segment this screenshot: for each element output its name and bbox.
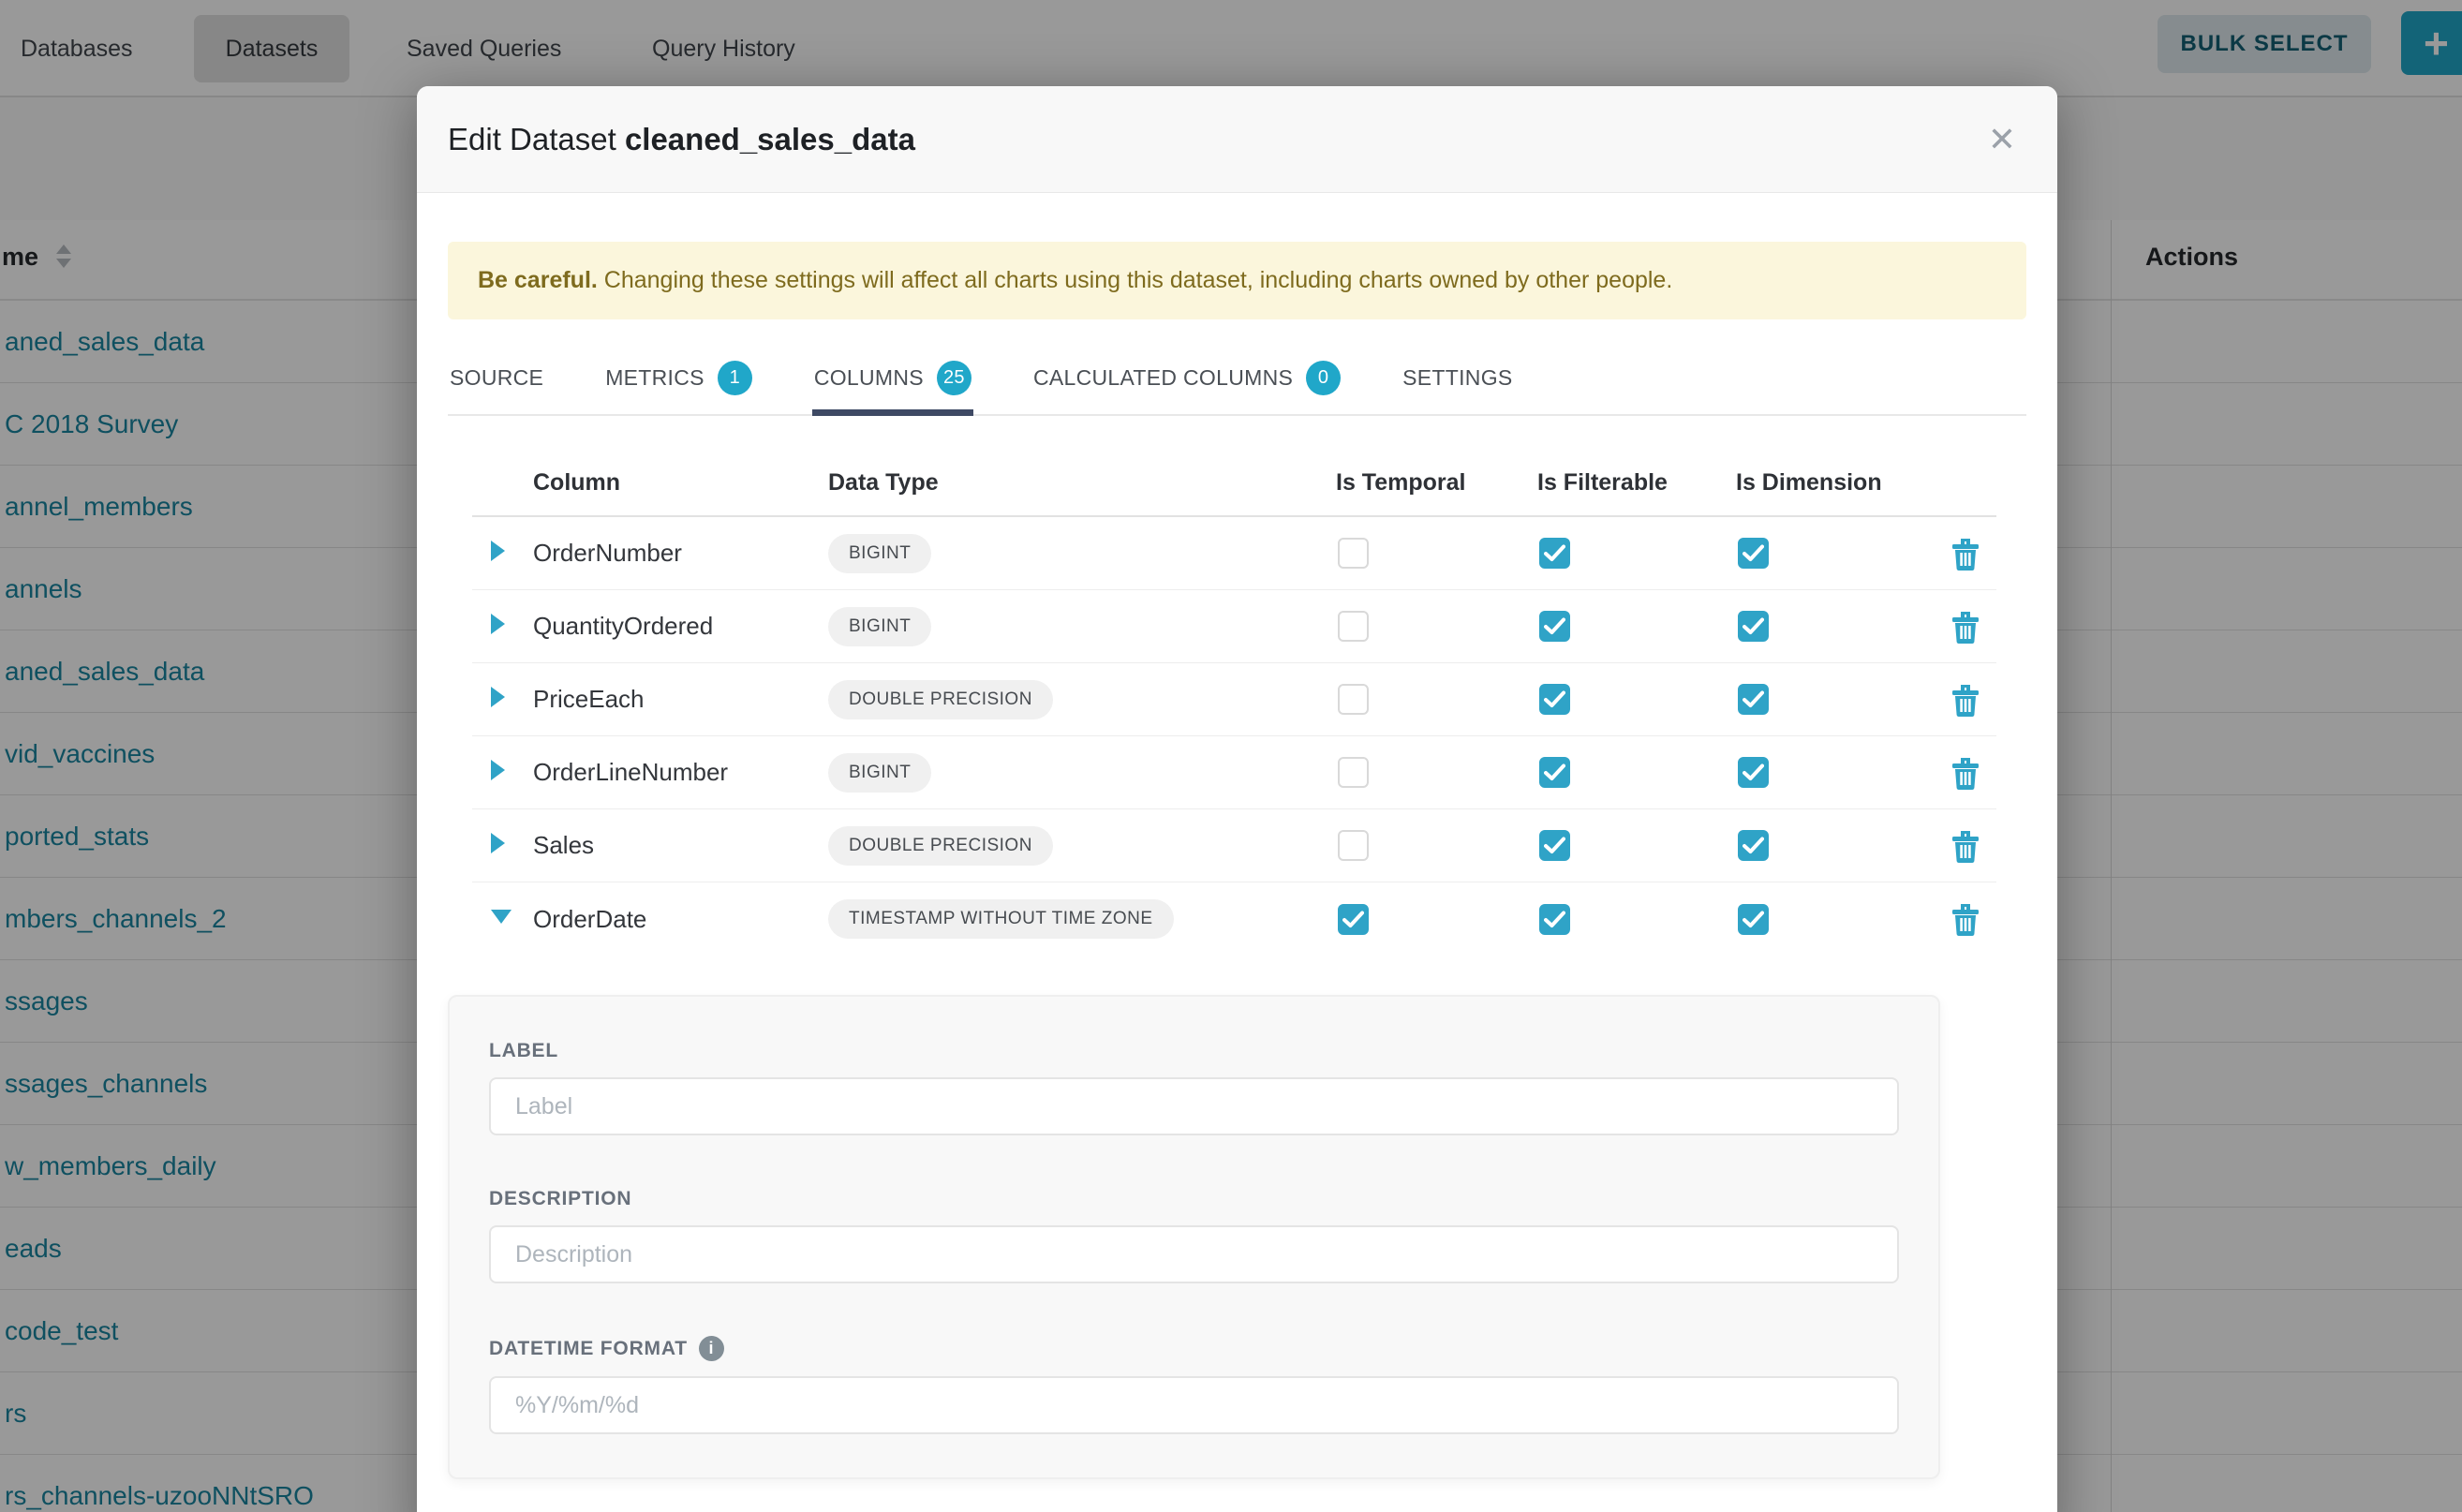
trash-icon	[1950, 902, 1980, 936]
column-detail-panel: LABEL DESCRIPTION DATETIME FORMATi	[448, 995, 1940, 1479]
is-dimension-checkbox[interactable]	[1738, 538, 1769, 569]
tab-settings[interactable]: SETTINGS	[1401, 346, 1514, 414]
column-name: OrderNumber	[533, 539, 828, 568]
data-type-pill: BIGINT	[828, 753, 931, 793]
label-field-group: LABEL	[489, 1040, 1899, 1135]
is-temporal-checkbox[interactable]	[1338, 757, 1369, 788]
column-name: OrderDate	[533, 905, 828, 934]
datetime-format-field-label: DATETIME FORMATi	[489, 1336, 1899, 1361]
columns-table-header: Column Data Type Is Temporal Is Filterab…	[472, 450, 1996, 517]
trash-icon	[1950, 537, 1980, 571]
columns-count-badge: 25	[937, 361, 971, 395]
columns-table: Column Data Type Is Temporal Is Filterab…	[472, 450, 1996, 956]
column-row: OrderNumber BIGINT	[472, 517, 1996, 590]
modal-title: Edit Dataset cleaned_sales_data	[448, 122, 915, 157]
is-dimension-checkbox[interactable]	[1738, 684, 1769, 715]
label-input[interactable]	[489, 1077, 1899, 1135]
trash-icon	[1950, 829, 1980, 863]
is-temporal-checkbox[interactable]	[1338, 538, 1369, 569]
expand-caret-icon[interactable]	[491, 760, 505, 780]
is-dimension-checkbox[interactable]	[1738, 757, 1769, 788]
datetime-format-input[interactable]	[489, 1376, 1899, 1434]
is-temporal-checkbox[interactable]	[1338, 904, 1369, 935]
expand-caret-icon[interactable]	[491, 910, 512, 924]
warning-banner: Be careful. Changing these settings will…	[448, 242, 2026, 319]
data-type-pill: TIMESTAMP WITHOUT TIME ZONE	[828, 899, 1174, 939]
header-is-temporal: Is Temporal	[1336, 469, 1537, 497]
column-name: Sales	[533, 831, 828, 860]
expand-caret-icon[interactable]	[491, 687, 505, 707]
warning-text: Changing these settings will affect all …	[598, 267, 1672, 293]
tab-calculated-columns[interactable]: CALCULATED COLUMNS0	[1031, 346, 1342, 414]
is-filterable-checkbox[interactable]	[1539, 757, 1570, 788]
header-data-type: Data Type	[828, 469, 1336, 497]
data-type-pill: DOUBLE PRECISION	[828, 826, 1053, 866]
expand-caret-icon[interactable]	[491, 833, 505, 853]
is-temporal-checkbox[interactable]	[1338, 830, 1369, 861]
modal-tabs: SOURCE METRICS1 COLUMNS25 CALCULATED COL…	[448, 346, 2026, 416]
column-name: PriceEach	[533, 685, 828, 714]
trash-icon	[1950, 610, 1980, 644]
trash-icon	[1950, 756, 1980, 790]
is-filterable-checkbox[interactable]	[1539, 684, 1570, 715]
column-row: PriceEach DOUBLE PRECISION	[472, 663, 1996, 736]
close-icon[interactable]: ✕	[1988, 123, 2016, 156]
delete-column-button[interactable]	[1935, 683, 1996, 717]
modal-title-prefix: Edit Dataset	[448, 122, 625, 156]
is-dimension-checkbox[interactable]	[1738, 904, 1769, 935]
modal-body: Be careful. Changing these settings will…	[417, 193, 2057, 1479]
description-field-group: DESCRIPTION	[489, 1188, 1899, 1283]
column-row: QuantityOrdered BIGINT	[472, 590, 1996, 663]
delete-column-button[interactable]	[1935, 610, 1996, 644]
column-name: QuantityOrdered	[533, 612, 828, 641]
delete-column-button[interactable]	[1935, 829, 1996, 863]
is-filterable-checkbox[interactable]	[1539, 830, 1570, 861]
column-name: OrderLineNumber	[533, 758, 828, 787]
tab-metrics[interactable]: METRICS1	[603, 346, 754, 414]
datetime-format-field-group: DATETIME FORMATi	[489, 1336, 1899, 1434]
metrics-count-badge: 1	[718, 361, 752, 395]
data-type-pill: DOUBLE PRECISION	[828, 680, 1053, 719]
modal-title-dataset-name: cleaned_sales_data	[625, 122, 915, 156]
column-row: Sales DOUBLE PRECISION	[472, 809, 1996, 882]
is-filterable-checkbox[interactable]	[1539, 904, 1570, 935]
delete-column-button[interactable]	[1935, 537, 1996, 571]
is-filterable-checkbox[interactable]	[1539, 538, 1570, 569]
label-field-label: LABEL	[489, 1040, 1899, 1062]
expand-caret-icon[interactable]	[491, 614, 505, 634]
edit-dataset-modal: Edit Dataset cleaned_sales_data ✕ Be car…	[417, 86, 2057, 1512]
is-filterable-checkbox[interactable]	[1539, 611, 1570, 642]
column-row: OrderLineNumber BIGINT	[472, 736, 1996, 809]
expand-caret-icon[interactable]	[491, 541, 505, 561]
is-temporal-checkbox[interactable]	[1338, 684, 1369, 715]
trash-icon	[1950, 683, 1980, 717]
is-dimension-checkbox[interactable]	[1738, 611, 1769, 642]
tab-source[interactable]: SOURCE	[448, 346, 545, 414]
columns-table-body: OrderNumber BIGINT QuantityOrdered BIGIN…	[472, 517, 1996, 956]
warning-bold: Be careful.	[478, 267, 598, 293]
description-input[interactable]	[489, 1225, 1899, 1283]
delete-column-button[interactable]	[1935, 902, 1996, 936]
info-icon[interactable]: i	[699, 1336, 724, 1361]
column-row: OrderDate TIMESTAMP WITHOUT TIME ZONE	[472, 882, 1996, 956]
calculated-columns-count-badge: 0	[1306, 361, 1341, 395]
is-temporal-checkbox[interactable]	[1338, 611, 1369, 642]
description-field-label: DESCRIPTION	[489, 1188, 1899, 1210]
header-column: Column	[533, 469, 828, 497]
header-is-dimension: Is Dimension	[1736, 469, 1935, 497]
screen: Databases Datasets Saved Queries Query H…	[0, 0, 2462, 1512]
data-type-pill: BIGINT	[828, 607, 931, 646]
header-is-filterable: Is Filterable	[1537, 469, 1736, 497]
tab-columns[interactable]: COLUMNS25	[812, 346, 973, 414]
is-dimension-checkbox[interactable]	[1738, 830, 1769, 861]
modal-header: Edit Dataset cleaned_sales_data ✕	[417, 86, 2057, 193]
delete-column-button[interactable]	[1935, 756, 1996, 790]
data-type-pill: BIGINT	[828, 534, 931, 573]
